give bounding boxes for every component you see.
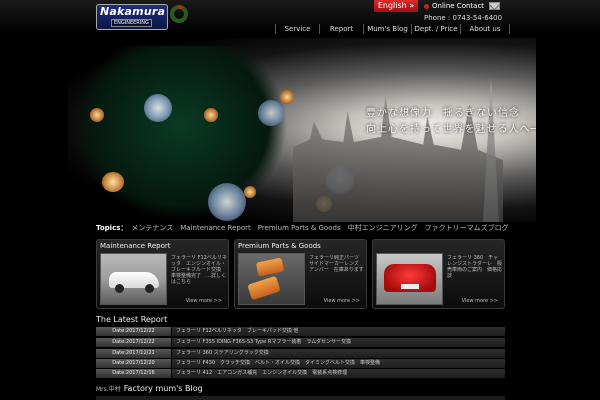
topics-ticker: Topics： メンテナンス Maintenance Report Premium…: [96, 223, 509, 233]
report-date: Date:2017/12/22: [96, 338, 171, 347]
report-date: Date:2017/12/22: [96, 327, 171, 336]
ornament-gold: [280, 90, 294, 104]
nav-item-mums-blog[interactable]: Mum's Blog: [363, 24, 411, 34]
card-title: Premium Parts & Goods: [238, 242, 321, 250]
view-more-link[interactable]: View more >>: [462, 298, 498, 304]
report-title[interactable]: フェラーリ F12ベルリネッタ ブレーキパッド交換 他: [171, 327, 505, 336]
blog-content-bar: [96, 396, 505, 400]
main-navigation: Service Report Mum's Blog Dept. / Price …: [275, 24, 510, 34]
nav-item-dept-price[interactable]: Dept. / Price: [411, 24, 460, 34]
amber-lens-part: [247, 275, 281, 301]
topics-label: Topics：: [96, 224, 128, 232]
license-plate: [401, 284, 419, 289]
logo-subtitle: ENGINEERING: [111, 19, 152, 27]
phone-number: Phone : 0743-54-6400: [424, 14, 503, 22]
ornament-ball: [208, 183, 246, 221]
card-text: フェラーリ F12ベルリネッタ エンジンオイル・ブレーキフルード交換 車検整備完…: [171, 255, 227, 285]
report-title[interactable]: フェラーリ 412 エアコンガス補充 エンジンオイル交換 電装系点検修理: [171, 369, 505, 378]
mail-icon[interactable]: [489, 2, 500, 10]
blog-title: Factory mum's Blog: [123, 384, 203, 393]
report-title[interactable]: フェラーリ F430 クラッチ交換 ベルト・オイル交換 タイミングベルト交換 車…: [171, 359, 505, 368]
ornament-gold: [90, 108, 104, 122]
table-row[interactable]: Date:2017/12/20 フェラーリ F430 クラッチ交換 ベルト・オイ…: [96, 359, 505, 368]
online-contact-link[interactable]: Online Contact: [424, 1, 484, 11]
nav-item-report[interactable]: Report: [319, 24, 363, 34]
site-logo[interactable]: Nakamura ENGINEERING: [96, 4, 168, 30]
site-header: Nakamura ENGINEERING English » Online Co…: [0, 0, 600, 34]
hero-banner: 豊かな想像力 揺るぎない信念 向上心を持って世界を魅せる人へ──。: [68, 38, 536, 222]
ornament-gold: [244, 186, 256, 198]
blog-prefix: Mrs.中村: [96, 386, 121, 393]
white-car-photo: [100, 253, 167, 305]
ornament-gold: [204, 108, 218, 122]
report-date: Date:2017/12/20: [96, 359, 171, 368]
parts-photo: [238, 253, 305, 305]
contact-bullet-icon: [424, 3, 429, 9]
blog-section-title[interactable]: Mrs.中村 Factory mum's Blog: [96, 384, 203, 393]
table-row[interactable]: Date:2017/12/22 フェラーリ F12ベルリネッタ ブレーキパッド交…: [96, 327, 505, 336]
table-row[interactable]: Date:2017/12/16 フェラーリ 412 エアコンガス補充 エンジンオ…: [96, 369, 505, 378]
amber-lens-part: [255, 257, 285, 277]
nav-item-about-us[interactable]: About us: [460, 24, 510, 34]
card-text: フェラーリ 360 チャレンジストラダーレ 販売車両のご案内 価格応談: [447, 255, 503, 279]
car-wheel: [145, 284, 154, 293]
card-vehicle-sales[interactable]: フェラーリ 360 チャレンジストラダーレ 販売車両のご案内 価格応談 View…: [372, 239, 505, 309]
tagline-line-2: 向上心を持って世界を魅せる人へ──。: [366, 124, 536, 135]
nav-item-service[interactable]: Service: [275, 24, 319, 34]
english-language-button[interactable]: English »: [374, 0, 418, 12]
ornament-ball: [144, 94, 172, 122]
table-row[interactable]: Date:2017/12/22 フェラーリ F355 IDING F365-S3…: [96, 338, 505, 347]
card-maintenance-report[interactable]: Maintenance Report フェラーリ F12ベルリネッタ エンジンオ…: [96, 239, 229, 309]
view-more-link[interactable]: View more >>: [186, 298, 222, 304]
report-date: Date:2017/12/16: [96, 369, 171, 378]
report-date: Date:2017/12/21: [96, 349, 171, 358]
christmas-wreath-icon: [170, 5, 188, 23]
christmas-tree-image: [73, 46, 288, 222]
red-car-photo: [376, 253, 443, 305]
view-more-link[interactable]: View more >>: [324, 298, 360, 304]
latest-report-title: The Latest Report: [96, 315, 168, 324]
online-contact-label: Online Contact: [432, 2, 485, 10]
card-text: フェラーリ純正パーツ サイドマーカーレンズ アンバー 在庫あります: [309, 255, 364, 273]
topics-text[interactable]: メンテナンス Maintenance Report Premium Parts …: [131, 224, 508, 232]
logo-name: Nakamura: [100, 5, 166, 18]
cathedral-spire: [483, 78, 499, 222]
card-premium-parts[interactable]: Premium Parts & Goods フェラーリ純正パーツ サイドマーカー…: [234, 239, 367, 309]
report-title[interactable]: フェラーリ F355 IDING F365-S3 Type Rマフラー装着 ラム…: [171, 338, 505, 347]
card-title: Maintenance Report: [100, 242, 171, 250]
car-wheel: [115, 284, 124, 293]
tagline-line-1: 豊かな想像力 揺るぎない信念: [366, 108, 520, 119]
table-row[interactable]: Date:2017/12/21 フェラーリ 360 ステアリングラック交換: [96, 349, 505, 358]
report-title[interactable]: フェラーリ 360 ステアリングラック交換: [171, 349, 505, 358]
ornament-ball: [258, 100, 284, 126]
ornament-gold: [102, 172, 124, 192]
hero-tagline: 豊かな想像力 揺るぎない信念 向上心を持って世界を魅せる人へ──。: [366, 106, 536, 138]
